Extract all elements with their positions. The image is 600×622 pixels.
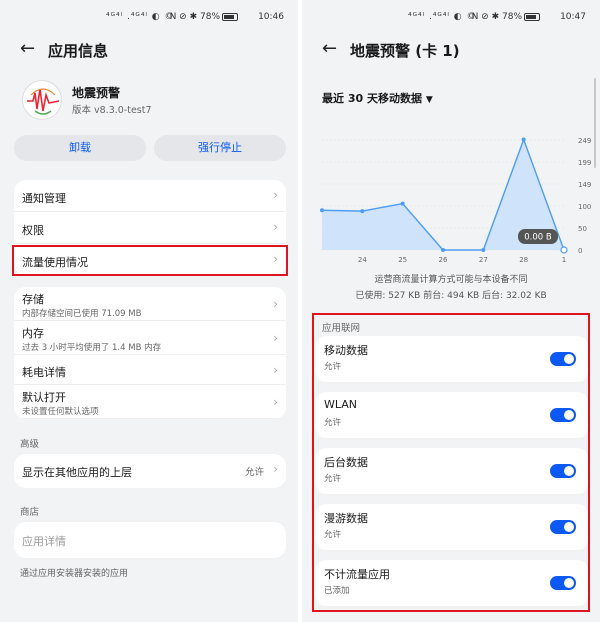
store-header: 商店 [20,507,40,518]
y-tick-label: 0 [578,247,582,255]
chevron-right-icon: › [273,188,278,202]
app-info-screen: ⁴ᴳ⁴ˡ .⁴ᴳ⁴ˡ ◐ © N ⊘ ✱ 78% 10:46 ← 应用信息 地震… [0,0,298,622]
permissions-item[interactable]: 权限 › [14,212,286,244]
status-bar: ⁴ᴳ⁴ˡ .⁴ᴳ⁴ˡ ◐ © N ⊘ ✱ 78% 10:46 [0,12,298,28]
x-tick-label: 1 [562,256,566,264]
toggle-unmetered-app: 不计流量应用 已添加 [316,560,588,606]
back-arrow-icon[interactable]: ← [20,38,35,60]
settings-group-2: 存储 内部存储空间已使用 71.09 MB › 内存 过去 3 小时平均使用了 1.4… [14,287,286,419]
x-tick-label: 27 [479,256,488,264]
chevron-right-icon: › [273,297,278,311]
selected-point [560,246,568,254]
data-point [400,201,405,206]
app-logo [22,80,62,120]
x-tick-label: 25 [398,256,407,264]
data-point [521,137,526,142]
chevron-right-icon: › [273,395,278,409]
force-stop-button[interactable]: 强行停止 [154,135,286,161]
open-by-default-item[interactable]: 默认打开 未设置任何默认选项 › [14,385,286,419]
back-arrow-icon[interactable]: ← [322,38,337,60]
store-note: 通过应用安装器安装的应用 [20,569,129,579]
x-tick-label: 28 [519,256,528,264]
y-tick-label: 199 [578,159,591,167]
data-point [360,209,365,214]
clock: 10:47 [560,12,586,22]
y-tick-label: 149 [578,181,591,189]
app-version: 版本 v8.3.0-test7 [72,105,152,116]
y-tick-label: 100 [578,203,591,211]
y-tick-label: 50 [578,225,587,233]
wlan-switch[interactable] [550,408,576,422]
tooltip-label: 0.00 B [524,233,552,243]
toggle-mobile-data: 移动数据 允许 [316,336,588,382]
usage-chart: 249 199 149 100 50 0 24 25 26 27 28 1 0.00 B [320,137,591,264]
chevron-right-icon: › [273,363,278,377]
usage-summary: 已使用: 527 KB 前台: 494 KB 后台: 32.02 KB [355,291,547,301]
page-title: 地震预警 (卡 1) [350,42,460,60]
app-details-item[interactable]: 应用详情 [14,522,286,558]
roaming-data-switch[interactable] [550,520,576,534]
app-header: 地震预警 版本 v8.3.0-test7 [22,80,282,122]
memory-item[interactable]: 内存 过去 3 小时平均使用了 1.4 MB 内存 › [14,321,286,355]
chevron-right-icon: › [273,331,278,345]
status-right-icons: N ⊘ ✱ 78% [472,12,540,22]
notification-settings-item[interactable]: 通知管理 › [14,180,286,212]
battery-icon [524,12,540,21]
clock: 10:46 [258,12,284,22]
advanced-header: 高级 [20,439,40,450]
chevron-right-icon: › [273,220,278,234]
carrier-note: 运营商流量计算方式可能与本设备不同 [374,275,528,285]
status-bar: ⁴ᴳ⁴ˡ .⁴ᴳ⁴ˡ ◐ © N ⊘ ✱ 78% 10:47 [302,12,600,28]
signal-icons: ⁴ᴳ⁴ˡ .⁴ᴳ⁴ˡ ◐ © [408,12,477,22]
background-data-switch[interactable] [550,464,576,478]
toggle-roaming-data: 漫游数据 允许 [316,504,588,550]
app-name: 地震预警 [72,86,121,100]
x-tick-label: 26 [439,256,448,264]
y-tick-label: 249 [578,137,591,145]
chevron-right-icon: › [273,462,278,476]
data-point [481,248,486,252]
page-title: 应用信息 [48,42,109,60]
unmetered-app-switch[interactable] [550,576,576,590]
overlay-item[interactable]: 显示在其他应用的上层 允许 › [14,454,286,488]
toggle-background-data: 后台数据 允许 [316,448,588,494]
data-point [441,248,445,252]
triangle-down-icon: ▼ [425,95,433,105]
data-point [320,208,324,213]
status-right-icons: N ⊘ ✱ 78% [170,12,238,22]
highlight-box [12,245,288,276]
network-header: 应用联网 [322,323,361,334]
toggle-wlan: WLAN 允许 [316,392,588,438]
period-dropdown[interactable]: 最近 30 天移动数据 ▼ [322,90,433,106]
battery-details-item[interactable]: 耗电详情 › [14,355,286,385]
mobile-data-switch[interactable] [550,352,576,366]
x-tick-label: 24 [358,256,367,264]
signal-icons: ⁴ᴳ⁴ˡ .⁴ᴳ⁴ˡ ◐ © [106,12,175,22]
data-usage-screen: ⁴ᴳ⁴ˡ .⁴ᴳ⁴ˡ ◐ © N ⊘ ✱ 78% 10:47 ← 地震预警 (卡… [302,0,600,622]
battery-icon [222,12,238,21]
storage-item[interactable]: 存储 内部存储空间已使用 71.09 MB › [14,287,286,321]
uninstall-button[interactable]: 卸载 [14,135,146,161]
